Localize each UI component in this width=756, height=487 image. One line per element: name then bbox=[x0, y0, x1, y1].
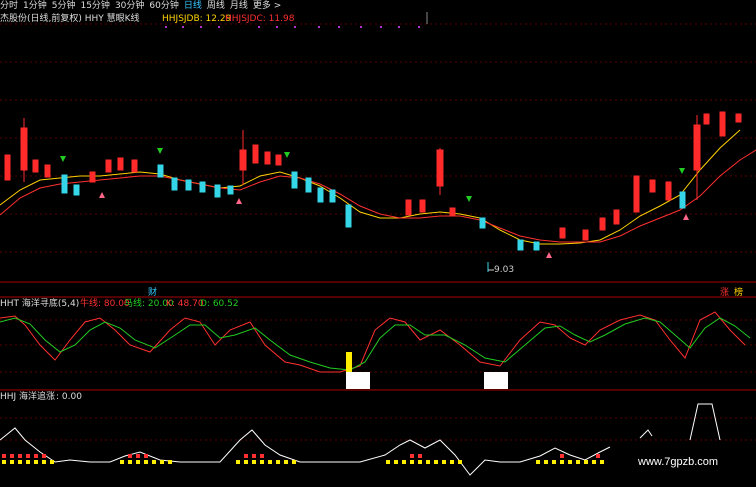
green-down-arrow bbox=[466, 196, 472, 202]
green-down-arrow bbox=[157, 148, 163, 154]
rank-tag[interactable]: 榜 bbox=[734, 285, 743, 298]
kdj-signal-bar bbox=[346, 352, 352, 372]
d-line bbox=[0, 317, 751, 371]
pink-up-arrow bbox=[683, 214, 689, 220]
kdj-buy-box bbox=[484, 372, 508, 389]
ma-line-yellow bbox=[0, 129, 741, 245]
sub1-d-value: D: 60.52 bbox=[200, 299, 239, 309]
green-down-arrow bbox=[60, 156, 66, 162]
signal-dots bbox=[165, 26, 420, 28]
chart-canvas bbox=[0, 12, 756, 476]
sub1-bull-line: 牛线: 80.00 bbox=[80, 299, 130, 309]
sub2-title: HHJ 海洋追涨 bbox=[0, 392, 56, 402]
pink-up-arrow bbox=[546, 252, 552, 258]
green-down-arrow bbox=[679, 168, 685, 174]
finance-tag[interactable]: 财 bbox=[148, 285, 157, 298]
grid-lines bbox=[0, 23, 756, 441]
watermark: www.7gpzb.com bbox=[638, 456, 719, 468]
pink-up-arrow bbox=[99, 192, 105, 198]
pink-up-arrow bbox=[236, 198, 242, 204]
min-price-label: 9.03 bbox=[494, 265, 515, 275]
sub2-value: : 0.00 bbox=[56, 392, 82, 402]
candles-down bbox=[61, 164, 686, 251]
kdj-buy-box bbox=[346, 372, 370, 389]
sub1-k-value: K: 48.70 bbox=[166, 299, 204, 309]
hhj-line bbox=[0, 427, 611, 476]
rise-tag[interactable]: 涨 bbox=[720, 285, 729, 298]
hhj-line-right bbox=[639, 429, 653, 439]
sub1-title: HHT 海洋寻底(5,4) bbox=[0, 299, 80, 309]
green-down-arrow bbox=[284, 152, 290, 158]
hhj-line-right bbox=[689, 403, 721, 441]
k-line bbox=[0, 311, 746, 373]
ma-line-red bbox=[0, 149, 756, 243]
